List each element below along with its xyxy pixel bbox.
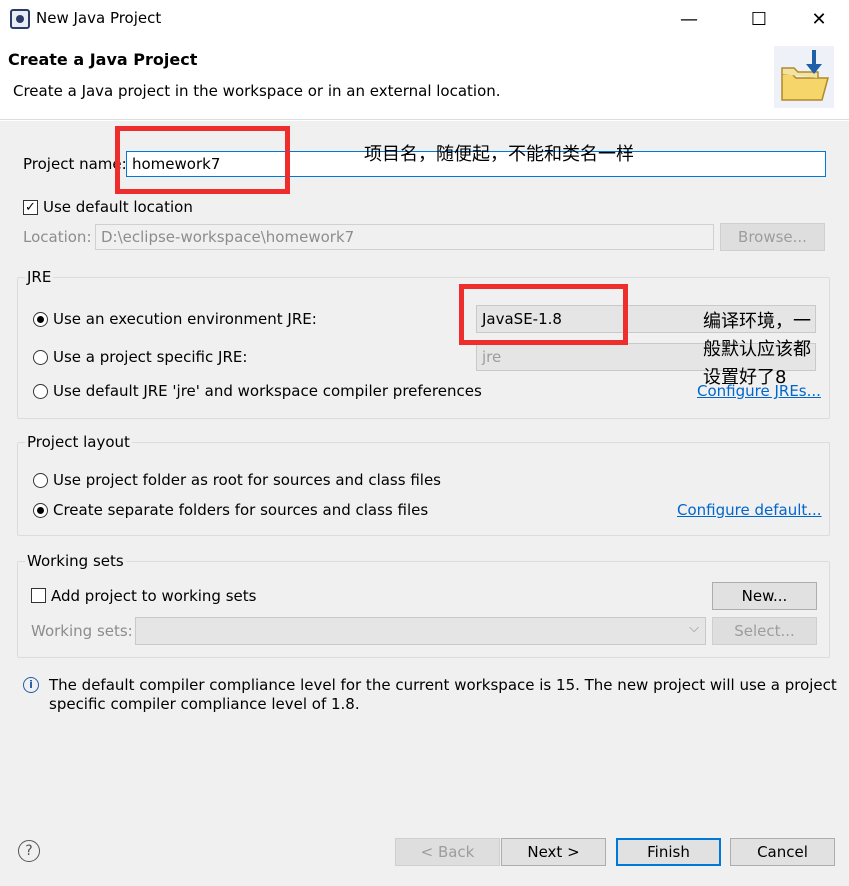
wizard-body: Project name: homework7 ✓ Use default lo… bbox=[0, 121, 849, 886]
radio-layout-root[interactable] bbox=[33, 473, 48, 488]
page-description: Create a Java project in the workspace o… bbox=[13, 82, 501, 100]
window-title: New Java Project bbox=[36, 9, 162, 27]
close-button[interactable]: ✕ bbox=[796, 4, 842, 34]
project-name-highlight-box bbox=[115, 126, 290, 194]
add-to-working-sets-checkbox[interactable] bbox=[31, 588, 46, 603]
eclipse-icon bbox=[10, 9, 30, 29]
project-specific-jre-label: Use a project specific JRE: bbox=[53, 348, 248, 366]
radio-layout-separate[interactable] bbox=[33, 503, 48, 518]
wizard-header: Create a Java Project Create a Java proj… bbox=[0, 38, 849, 120]
folder-icon bbox=[774, 46, 834, 108]
project-name-label: Project name: bbox=[23, 155, 127, 173]
finish-button[interactable]: Finish bbox=[616, 838, 721, 866]
title-bar: New Java Project — ☐ ✕ bbox=[0, 0, 849, 38]
cancel-button[interactable]: Cancel bbox=[730, 838, 835, 866]
jre-annotation-line1: 编译环境，一 bbox=[703, 311, 811, 332]
minimize-button[interactable]: — bbox=[666, 4, 712, 34]
project-layout-group bbox=[17, 442, 830, 536]
help-icon[interactable]: ? bbox=[18, 840, 40, 862]
location-label: Location: bbox=[23, 228, 92, 246]
working-sets-select[interactable]: ⌵ bbox=[135, 617, 706, 645]
radio-default-jre[interactable] bbox=[33, 384, 48, 399]
radio-project-specific-jre[interactable] bbox=[33, 350, 48, 365]
jre-highlight-box bbox=[459, 284, 628, 345]
working-sets-group-title: Working sets bbox=[25, 552, 126, 570]
info-icon: i bbox=[23, 677, 39, 693]
jre-annotation-line2: 般默认应该都 bbox=[703, 339, 811, 360]
execution-env-label: Use an execution environment JRE: bbox=[53, 310, 317, 328]
chevron-down-icon: ⌵ bbox=[689, 621, 699, 636]
use-default-location-label: Use default location bbox=[43, 198, 193, 216]
default-jre-label: Use default JRE 'jre' and workspace comp… bbox=[53, 382, 482, 400]
location-input[interactable]: D:\eclipse-workspace\homework7 bbox=[95, 224, 714, 250]
working-sets-label: Working sets: bbox=[31, 622, 133, 640]
next-button[interactable]: Next > bbox=[501, 838, 606, 866]
browse-button[interactable]: Browse... bbox=[720, 223, 825, 251]
use-default-location-checkbox[interactable]: ✓ bbox=[23, 200, 38, 215]
maximize-button[interactable]: ☐ bbox=[736, 4, 782, 34]
radio-execution-env[interactable] bbox=[33, 312, 48, 327]
add-to-working-sets-label: Add project to working sets bbox=[51, 587, 257, 605]
new-working-set-button[interactable]: New... bbox=[712, 582, 817, 610]
configure-default-link[interactable]: Configure default... bbox=[677, 501, 822, 519]
layout-root-label: Use project folder as root for sources a… bbox=[53, 471, 441, 489]
page-title: Create a Java Project bbox=[8, 50, 198, 69]
project-name-annotation: 项目名，随便起，不能和类名一样 bbox=[364, 144, 634, 165]
jre-group-title: JRE bbox=[25, 268, 54, 286]
select-working-sets-button[interactable]: Select... bbox=[712, 617, 817, 645]
info-message-line1: The default compiler compliance level fo… bbox=[49, 676, 837, 694]
info-message-line2: specific compiler compliance level of 1.… bbox=[49, 695, 360, 713]
jre-annotation-line3: 设置好了8 bbox=[703, 367, 787, 388]
project-layout-group-title: Project layout bbox=[25, 433, 132, 451]
layout-separate-label: Create separate folders for sources and … bbox=[53, 501, 429, 519]
back-button[interactable]: < Back bbox=[395, 838, 500, 866]
